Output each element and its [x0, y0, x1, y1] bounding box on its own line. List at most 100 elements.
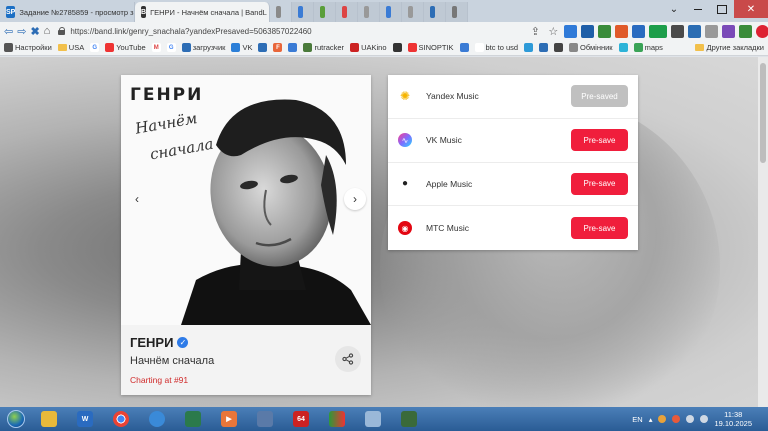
taskbar-office[interactable] [320, 408, 354, 430]
extension-icon[interactable] [564, 24, 578, 38]
extension-icon[interactable] [722, 24, 736, 38]
carousel-next-button[interactable]: › [344, 188, 366, 210]
profile-avatar[interactable] [756, 24, 768, 38]
taskbar-explorer[interactable] [32, 408, 66, 430]
bookmark-downloader[interactable]: загрузчик [181, 43, 225, 52]
bookmark-ext-5[interactable] [524, 43, 534, 52]
taskbar-shield[interactable] [248, 408, 282, 430]
youtube-icon [105, 43, 115, 52]
address-bar[interactable]: https://band.link/genry_snachala?yandexP… [54, 24, 524, 38]
bookmark-maps[interactable]: maps [633, 43, 663, 52]
tray-app-icon[interactable] [658, 415, 667, 423]
google-icon: G [90, 43, 100, 52]
sp-favicon-icon: SP [6, 6, 16, 18]
scrollbar-thumb[interactable] [760, 63, 766, 163]
back-icon[interactable]: ⇦ [4, 24, 13, 38]
taskbar-monitor[interactable] [176, 408, 210, 430]
taskbar-terminal[interactable] [392, 408, 426, 430]
release-title: Начнём сначала [130, 355, 215, 367]
bookmark-google-2[interactable]: G [166, 43, 176, 52]
extension-icon[interactable] [739, 24, 753, 38]
bookmark-ext-8[interactable] [618, 43, 628, 52]
bookmark-usa[interactable]: USA [57, 43, 85, 52]
start-button[interactable] [2, 408, 30, 430]
network-icon[interactable] [686, 415, 695, 423]
bookmark-google[interactable]: G [90, 43, 100, 52]
tray-app-icon[interactable] [672, 415, 681, 423]
bookmark-label: YouTube [116, 43, 146, 52]
other-bookmarks[interactable]: Другие закладки [694, 43, 764, 52]
tray-arrow-icon[interactable]: ▴ [649, 415, 653, 424]
bookmark-btc[interactable]: btc to usd [474, 43, 518, 52]
bookmark-ext-6[interactable] [539, 43, 549, 52]
extension-icon[interactable] [598, 24, 612, 38]
close-window-icon[interactable]: ✕ [734, 0, 768, 18]
taskbar-window[interactable] [356, 408, 390, 430]
taskbar-app-w[interactable]: W [68, 408, 102, 430]
artist-name[interactable]: ГЕНРИ [130, 335, 173, 350]
bookmark-star-icon[interactable]: ☆ [546, 24, 560, 38]
bookmark-label: USA [68, 43, 85, 52]
bookmark-rutracker[interactable]: rutracker [303, 43, 344, 52]
volume-icon[interactable] [700, 415, 709, 423]
tab-other[interactable] [270, 2, 292, 22]
tab-mini-1[interactable] [292, 2, 314, 22]
presaved-button[interactable]: Pre-saved [571, 85, 628, 108]
share-page-icon[interactable]: ⇪ [528, 24, 542, 38]
taskbar-ie[interactable] [140, 408, 174, 430]
presave-button[interactable]: Pre-save [571, 217, 628, 240]
chevron-right-icon: › [353, 192, 357, 206]
gmail-icon: M [151, 43, 161, 52]
extension-icon[interactable] [615, 24, 629, 38]
vk-icon [231, 43, 241, 52]
extension-icon[interactable] [649, 24, 668, 38]
forward-icon[interactable]: ⇨ [17, 24, 26, 38]
extension-icon[interactable] [632, 24, 646, 38]
taskbar-media[interactable]: ▶ [212, 408, 246, 430]
charting-status[interactable]: Charting at #91 [130, 375, 188, 385]
tab-bandlink[interactable]: B ГЕНРИ - Начнём сначала | BandL ✕ [135, 2, 270, 22]
bookmark-icon [539, 43, 549, 52]
bookmark-ext-4[interactable] [459, 43, 469, 52]
presave-button[interactable]: Pre-save [571, 129, 628, 152]
tab-mini-2[interactable] [314, 2, 336, 22]
stop-icon[interactable]: ✖ [30, 24, 39, 38]
bookmark-youtube[interactable]: YouTube [105, 43, 146, 52]
tab-mini-7[interactable] [424, 2, 446, 22]
tab-mini-8[interactable] [446, 2, 468, 22]
home-icon[interactable]: ⌂ [44, 24, 51, 38]
bookmark-ext-7[interactable] [554, 43, 564, 52]
bookmark-settings[interactable]: Настройки [4, 43, 52, 52]
tab-mini-4[interactable] [358, 2, 380, 22]
presave-button[interactable]: Pre-save [571, 172, 628, 195]
tab-mini-6[interactable] [402, 2, 424, 22]
profile-chevron-icon[interactable]: ⌄ [662, 0, 686, 18]
bookmark-ext-1[interactable] [258, 43, 268, 52]
bookmark-ext-2[interactable] [288, 43, 298, 52]
bookmark-exchanger[interactable]: Обмінник [569, 43, 613, 52]
clock[interactable]: 11:38 19.10.2025 [714, 410, 752, 428]
bookmark-gmail[interactable]: M [151, 43, 161, 52]
bookmark-ext-3[interactable] [392, 43, 402, 52]
bookmark-uakino[interactable]: UAKino [350, 43, 387, 52]
extension-icon[interactable] [705, 24, 719, 38]
bookmark-icon [554, 43, 564, 52]
extension-icon[interactable] [581, 24, 595, 38]
extension-icon[interactable] [688, 24, 702, 38]
share-button[interactable] [335, 346, 361, 372]
bookmark-vk[interactable]: VK [231, 43, 252, 52]
page-favicon-icon [320, 6, 325, 18]
taskbar-aida64[interactable]: 64 [284, 408, 318, 430]
tab-mini-3[interactable] [336, 2, 358, 22]
tab-mini-5[interactable] [380, 2, 402, 22]
maximize-icon[interactable] [710, 0, 734, 18]
language-indicator[interactable]: EN [632, 415, 642, 424]
carousel-prev-button[interactable]: ‹ [126, 188, 148, 210]
extension-icon[interactable] [671, 24, 685, 38]
bookmark-f[interactable]: F [273, 43, 283, 52]
taskbar-chrome[interactable] [104, 408, 138, 430]
minimize-icon[interactable] [686, 0, 710, 18]
tab-task[interactable]: SP Задание №2785859 - просмотр з ✕ [0, 2, 135, 22]
bookmark-sinoptik[interactable]: SINOPTIK [407, 43, 454, 52]
page-scrollbar[interactable] [758, 57, 768, 407]
